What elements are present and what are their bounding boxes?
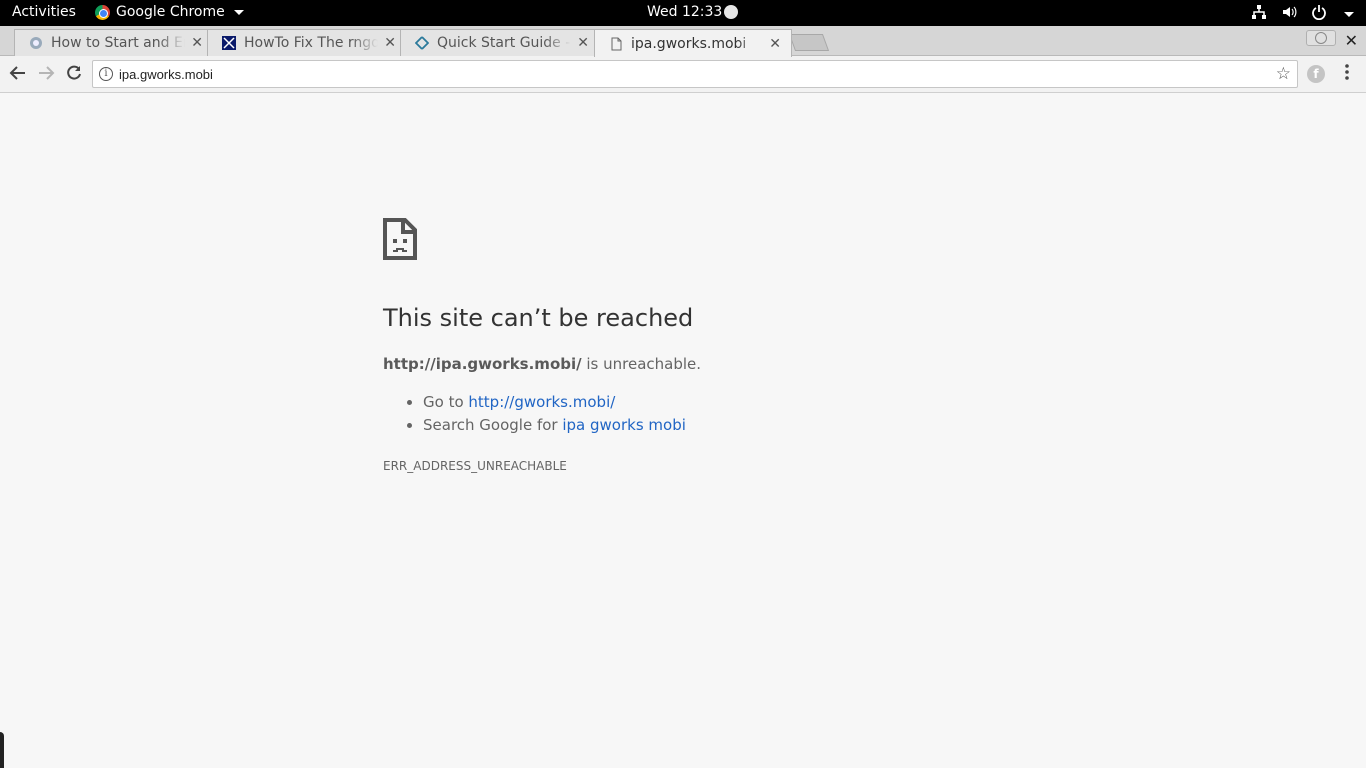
power-icon[interactable] (1311, 4, 1327, 24)
user-icon (1315, 32, 1327, 44)
profile-button[interactable] (1306, 30, 1336, 46)
chrome-menu-button[interactable] (1344, 63, 1350, 86)
suggestion-item: Search Google for ipa gworks mobi (423, 416, 686, 434)
reload-button[interactable] (65, 64, 83, 87)
error-code: ERR_ADDRESS_UNREACHABLE (383, 459, 567, 473)
error-description: http://ipa.gworks.mobi/ is unreachable. (383, 355, 701, 373)
error-host: http://ipa.gworks.mobi/ (383, 355, 582, 373)
chrome-icon (95, 4, 110, 20)
forward-button[interactable] (37, 64, 55, 87)
back-button[interactable] (9, 64, 27, 87)
page-content: This site can’t be reached http://ipa.gw… (0, 94, 1366, 768)
close-icon[interactable]: ✕ (769, 36, 781, 52)
browser-toolbar: i ☆ f (0, 56, 1366, 93)
suggestion-prefix: Go to (423, 393, 469, 411)
network-icon[interactable] (1251, 4, 1267, 24)
page-favicon-icon (30, 37, 42, 49)
document-icon (611, 37, 622, 50)
arrow-right-icon (39, 66, 55, 80)
close-icon[interactable]: ✕ (191, 35, 203, 51)
close-icon[interactable]: ✕ (577, 35, 589, 51)
app-menu[interactable]: Google Chrome (95, 4, 244, 20)
chevron-down-icon (233, 9, 244, 15)
suggestion-item: Go to http://gworks.mobi/ (423, 393, 686, 411)
tab-title: How to Start and En (51, 35, 186, 51)
suggestions-list: Go to http://gworks.mobi/ Search Google … (423, 393, 686, 439)
window-close-icon[interactable]: ✕ (1345, 31, 1358, 50)
clock[interactable]: Wed 12:33 (647, 4, 739, 20)
volume-icon[interactable] (1281, 4, 1297, 24)
tab-title: ipa.gworks.mobi (631, 35, 747, 52)
tab-title: Quick Start Guide - I (437, 35, 572, 51)
tab-title: HowTo Fix The rngd (244, 35, 379, 51)
tab-1[interactable]: How to Start and En ✕ (14, 29, 214, 56)
error-host-suffix: is unreachable. (581, 355, 702, 373)
site-favicon-icon (415, 36, 429, 50)
hot-corner (0, 732, 4, 768)
sad-page-icon (383, 218, 417, 264)
info-icon[interactable]: i (99, 67, 113, 81)
address-input[interactable] (119, 64, 1259, 84)
clock-label: Wed 12:33 (647, 4, 723, 20)
new-tab-button[interactable] (788, 34, 830, 51)
site-favicon-icon (222, 36, 236, 50)
search-google-link[interactable]: ipa gworks mobi (562, 416, 686, 434)
app-menu-label: Google Chrome (116, 4, 225, 20)
tab-3[interactable]: Quick Start Guide - I ✕ (400, 29, 600, 56)
activities-button[interactable]: Activities (12, 4, 76, 20)
reload-icon (67, 65, 81, 80)
gnome-top-bar: Activities Google Chrome Wed 12:33 (0, 0, 1366, 26)
tab-4-active[interactable]: ipa.gworks.mobi ✕ (594, 29, 792, 57)
goto-link[interactable]: http://gworks.mobi/ (468, 393, 615, 411)
tab-2[interactable]: HowTo Fix The rngd ✕ (207, 29, 407, 56)
recording-indicator-icon (724, 5, 739, 19)
arrow-left-icon (9, 66, 25, 80)
error-title: This site can’t be reached (383, 304, 694, 332)
kebab-menu-icon (1345, 64, 1349, 80)
close-icon[interactable]: ✕ (384, 35, 396, 51)
extension-icon[interactable]: f (1307, 65, 1325, 83)
tab-strip: How to Start and En ✕ HowTo Fix The rngd… (0, 26, 1366, 57)
system-tray[interactable] (1251, 4, 1354, 24)
bookmark-star-icon[interactable]: ☆ (1276, 64, 1291, 84)
suggestion-prefix: Search Google for (423, 416, 563, 434)
chevron-down-icon[interactable] (1344, 11, 1354, 17)
omnibox[interactable]: i ☆ (92, 60, 1298, 88)
